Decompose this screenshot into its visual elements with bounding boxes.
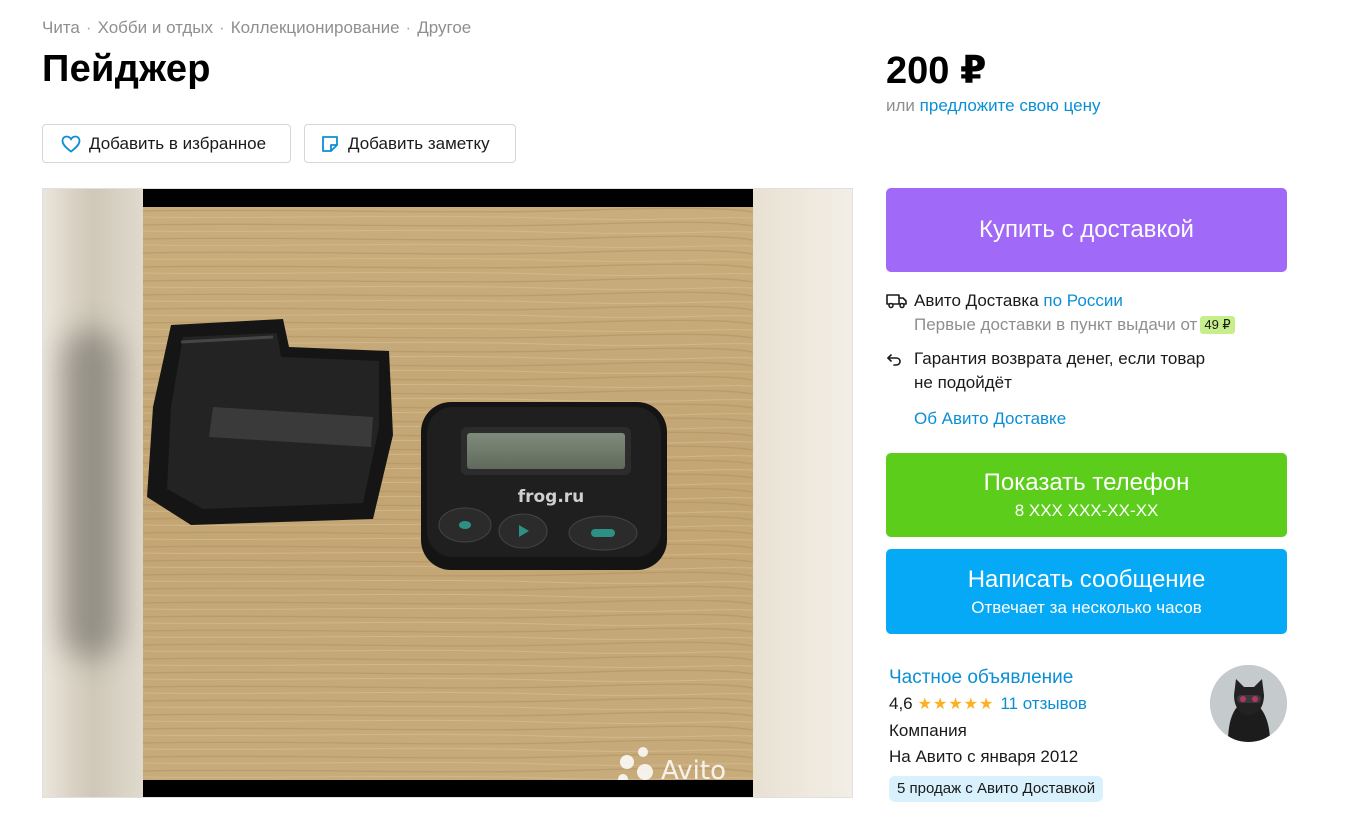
breadcrumb: Чита · Хобби и отдых · Коллекционирование · Др…	[42, 18, 471, 38]
sales-badge: 5 продаж с Авито Доставкой	[889, 776, 1104, 802]
show-phone-button[interactable]: Показать телефон 8 XXX XXX-XX-XX	[886, 453, 1287, 537]
breadcrumb-separator: ·	[405, 18, 412, 37]
write-message-button[interactable]: Написать сообщение Отвечает за несколько…	[886, 549, 1287, 634]
return-arrow-icon	[886, 347, 914, 395]
seller-reviews-link[interactable]: 11 отзывов	[1000, 694, 1087, 713]
gallery-blur-right	[752, 189, 852, 797]
listing-actions: Добавить в избранное Добавить заметку	[42, 124, 516, 163]
breadcrumb-item-collecting[interactable]: Коллекционирование	[231, 18, 400, 37]
offer-or-text: или	[886, 96, 915, 115]
breadcrumb-separator: ·	[85, 18, 92, 37]
seller-type-link[interactable]: Частное объявление	[889, 667, 1073, 688]
first-delivery-price-badge: 49 ₽	[1200, 316, 1235, 334]
first-delivery-text: Первые доставки в пункт выдачи от	[914, 315, 1198, 334]
delivery-service: Авито Доставка	[914, 291, 1039, 310]
note-icon	[319, 133, 341, 155]
buy-with-delivery-button[interactable]: Купить с доставкой	[886, 188, 1287, 272]
breadcrumb-item-other[interactable]: Другое	[417, 18, 471, 37]
guarantee-line-2: не подойдёт	[914, 373, 1012, 392]
gallery-blur-left	[43, 189, 143, 797]
heart-icon	[60, 133, 82, 155]
seller-rating-value: 4,6	[889, 694, 913, 713]
about-delivery-row: Об Авито Доставке	[886, 407, 1287, 431]
avito-watermark-label: Avito	[661, 756, 726, 780]
offer-price-link[interactable]: предложите свою цену	[920, 96, 1101, 115]
guarantee-line-1: Гарантия возврата денег, если товар	[914, 349, 1206, 368]
delivery-region-link[interactable]: по России	[1043, 291, 1122, 310]
delivery-info: Авито Доставка по России Первые доставки…	[886, 289, 1287, 431]
main-photo[interactable]: frog.ru Avito	[143, 207, 753, 780]
add-note-label: Добавить заметку	[348, 133, 490, 153]
breadcrumb-separator: ·	[219, 18, 225, 37]
device-brand-label: frog.ru	[518, 487, 585, 507]
add-to-favorites-button[interactable]: Добавить в избранное	[42, 124, 291, 163]
show-phone-label: Показать телефон	[983, 469, 1190, 496]
seller-info: Частное объявление 4,6 ★★★★★ 11 отзывов Ко…	[889, 665, 1209, 802]
about-delivery-link[interactable]: Об Авито Доставке	[914, 407, 1066, 431]
phone-number: 8 XXX XXX-XX-XX	[1014, 501, 1159, 520]
main-photo-frame: frog.ru Avito	[143, 189, 753, 797]
guarantee-row: Гарантия возврата денег, если товар не п…	[886, 347, 1287, 395]
breadcrumb-item-city[interactable]: Чита	[42, 18, 80, 37]
pager-holster-image	[147, 319, 393, 525]
write-message-label: Написать сообщение	[967, 565, 1206, 593]
seller-since: На Авито с января 2012	[889, 747, 1079, 766]
pager-device-image: frog.ru	[421, 402, 667, 570]
truck-icon	[886, 289, 914, 337]
add-to-favorites-label: Добавить в избранное	[89, 133, 267, 153]
price: 200 ₽	[886, 50, 987, 92]
offer-price-line: или предложите свою цену	[886, 96, 1101, 116]
seller-avatar[interactable]	[1210, 665, 1287, 742]
seller-rating-row: 4,6 ★★★★★ 11 отзывов	[889, 691, 1209, 718]
response-time: Отвечает за несколько часов	[971, 597, 1202, 617]
buy-with-delivery-label: Купить с доставкой	[979, 216, 1194, 243]
delivery-row: Авито Доставка по России Первые доставки…	[886, 289, 1287, 337]
breadcrumb-item-hobby[interactable]: Хобби и отдых	[98, 18, 213, 37]
rating-stars-icon: ★★★★★	[917, 696, 995, 713]
add-note-button[interactable]: Добавить заметку	[304, 124, 516, 163]
page-title: Пейджер	[42, 48, 211, 90]
photo-gallery[interactable]: frog.ru Avito	[42, 188, 853, 798]
seller-kind: Компания	[889, 721, 967, 740]
